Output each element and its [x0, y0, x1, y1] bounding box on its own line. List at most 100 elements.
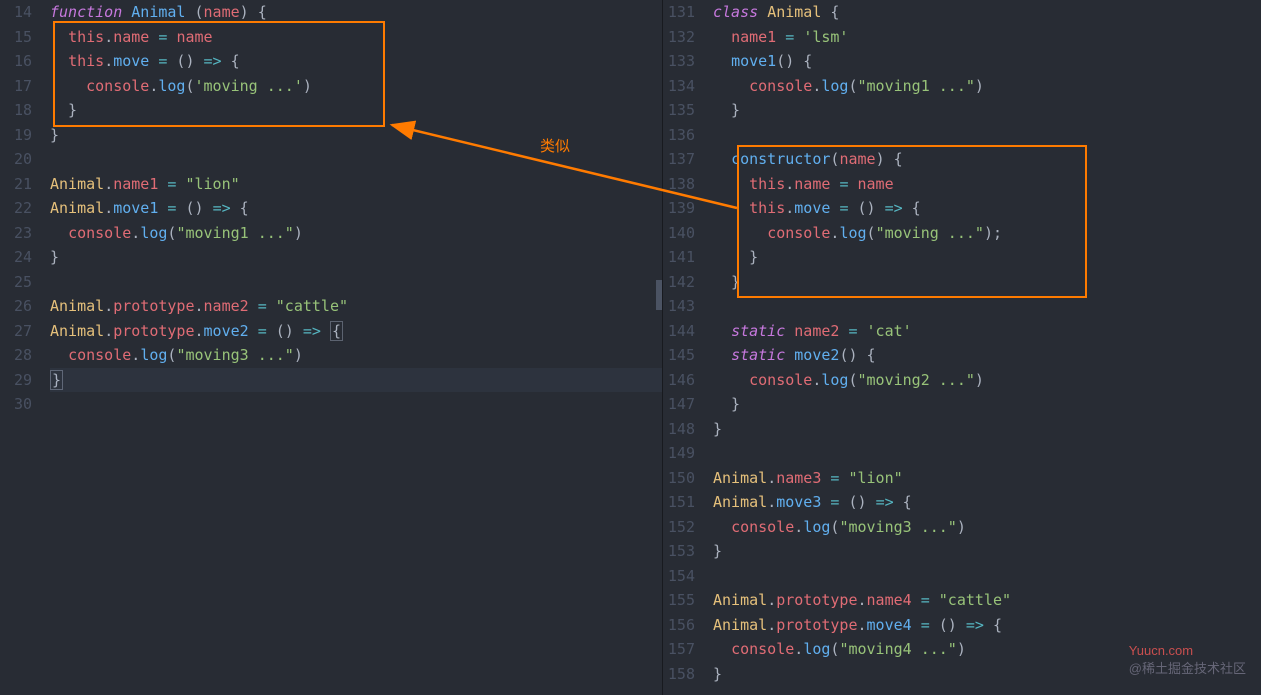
line-number: 17: [0, 74, 32, 99]
line-number: 157: [663, 637, 695, 662]
code-line[interactable]: }: [713, 245, 1261, 270]
code-line[interactable]: console.log("moving3 ..."): [50, 343, 662, 368]
line-number: 152: [663, 515, 695, 540]
code-line[interactable]: [50, 270, 662, 295]
code-line[interactable]: this.name = name: [713, 172, 1261, 197]
right-line-gutter: 1311321331341351361371381391401411421431…: [663, 0, 713, 695]
line-number: 131: [663, 0, 695, 25]
code-line[interactable]: Animal.prototype.name4 = "cattle": [713, 588, 1261, 613]
code-line[interactable]: [713, 564, 1261, 589]
code-line[interactable]: Animal.name1 = "lion": [50, 172, 662, 197]
code-line[interactable]: }: [50, 98, 662, 123]
code-line[interactable]: console.log("moving1 ..."): [50, 221, 662, 246]
line-number: 147: [663, 392, 695, 417]
code-line[interactable]: console.log("moving3 ..."): [713, 515, 1261, 540]
line-number: 151: [663, 490, 695, 515]
line-number: 30: [0, 392, 32, 417]
code-line[interactable]: console.log("moving1 ..."): [713, 74, 1261, 99]
watermark-sub: @稀土掘金技术社区: [1129, 661, 1246, 676]
line-number: 23: [0, 221, 32, 246]
code-line[interactable]: [713, 441, 1261, 466]
line-number: 153: [663, 539, 695, 564]
code-line[interactable]: static name2 = 'cat': [713, 319, 1261, 344]
code-line[interactable]: }: [50, 123, 662, 148]
line-number: 132: [663, 25, 695, 50]
line-number: 14: [0, 0, 32, 25]
code-line[interactable]: }: [50, 245, 662, 270]
code-line[interactable]: [50, 147, 662, 172]
line-number: 140: [663, 221, 695, 246]
line-number: 158: [663, 662, 695, 687]
line-number: 135: [663, 98, 695, 123]
line-number: 143: [663, 294, 695, 319]
code-line[interactable]: name1 = 'lsm': [713, 25, 1261, 50]
line-number: 137: [663, 147, 695, 172]
line-number: 21: [0, 172, 32, 197]
line-number: 16: [0, 49, 32, 74]
line-number: 154: [663, 564, 695, 589]
right-code-area[interactable]: class Animal { name1 = 'lsm' move1() { c…: [713, 0, 1261, 695]
watermark-brand: Yuucn.com: [1129, 643, 1193, 658]
line-number: 138: [663, 172, 695, 197]
code-line[interactable]: console.log('moving ...'): [50, 74, 662, 99]
line-number: 28: [0, 343, 32, 368]
left-editor-pane[interactable]: 1415161718192021222324252627282930 funct…: [0, 0, 662, 695]
code-line[interactable]: }: [713, 539, 1261, 564]
code-line[interactable]: }: [713, 417, 1261, 442]
left-line-gutter: 1415161718192021222324252627282930: [0, 0, 50, 695]
code-line[interactable]: [50, 392, 662, 417]
line-number: 155: [663, 588, 695, 613]
line-number: 27: [0, 319, 32, 344]
line-number: 148: [663, 417, 695, 442]
editor-split-view: 1415161718192021222324252627282930 funct…: [0, 0, 1261, 695]
code-line[interactable]: Animal.name3 = "lion": [713, 466, 1261, 491]
code-line[interactable]: console.log("moving ...");: [713, 221, 1261, 246]
line-number: 146: [663, 368, 695, 393]
line-number: 134: [663, 74, 695, 99]
watermark: Yuucn.com @稀土掘金技术社区: [1129, 643, 1246, 677]
line-number: 142: [663, 270, 695, 295]
line-number: 133: [663, 49, 695, 74]
code-line[interactable]: this.move = () => {: [713, 196, 1261, 221]
line-number: 26: [0, 294, 32, 319]
right-editor-pane[interactable]: 1311321331341351361371381391401411421431…: [663, 0, 1261, 695]
code-line[interactable]: class Animal {: [713, 0, 1261, 25]
line-number: 15: [0, 25, 32, 50]
code-line[interactable]: }: [713, 270, 1261, 295]
line-number: 144: [663, 319, 695, 344]
line-number: 20: [0, 147, 32, 172]
code-line[interactable]: function Animal (name) {: [50, 0, 662, 25]
annotation-label: 类似: [540, 135, 570, 156]
line-number: 18: [0, 98, 32, 123]
code-line[interactable]: }: [50, 368, 662, 393]
code-line[interactable]: [713, 123, 1261, 148]
code-line[interactable]: [713, 294, 1261, 319]
code-line[interactable]: Animal.prototype.name2 = "cattle": [50, 294, 662, 319]
code-line[interactable]: Animal.prototype.move2 = () => {: [50, 319, 662, 344]
left-code-area[interactable]: function Animal (name) { this.name = nam…: [50, 0, 662, 695]
line-number: 141: [663, 245, 695, 270]
line-number: 139: [663, 196, 695, 221]
line-number: 22: [0, 196, 32, 221]
line-number: 29: [0, 368, 32, 393]
code-line[interactable]: }: [713, 392, 1261, 417]
line-number: 150: [663, 466, 695, 491]
code-line[interactable]: move1() {: [713, 49, 1261, 74]
code-line[interactable]: this.name = name: [50, 25, 662, 50]
code-line[interactable]: constructor(name) {: [713, 147, 1261, 172]
line-number: 149: [663, 441, 695, 466]
line-number: 25: [0, 270, 32, 295]
line-number: 145: [663, 343, 695, 368]
code-line[interactable]: this.move = () => {: [50, 49, 662, 74]
line-number: 24: [0, 245, 32, 270]
code-line[interactable]: Animal.move1 = () => {: [50, 196, 662, 221]
line-number: 156: [663, 613, 695, 638]
code-line[interactable]: static move2() {: [713, 343, 1261, 368]
code-line[interactable]: Animal.move3 = () => {: [713, 490, 1261, 515]
line-number: 19: [0, 123, 32, 148]
code-line[interactable]: console.log("moving2 ..."): [713, 368, 1261, 393]
line-number: 136: [663, 123, 695, 148]
code-line[interactable]: Animal.prototype.move4 = () => {: [713, 613, 1261, 638]
minimap-indicator[interactable]: [656, 280, 662, 310]
code-line[interactable]: }: [713, 98, 1261, 123]
